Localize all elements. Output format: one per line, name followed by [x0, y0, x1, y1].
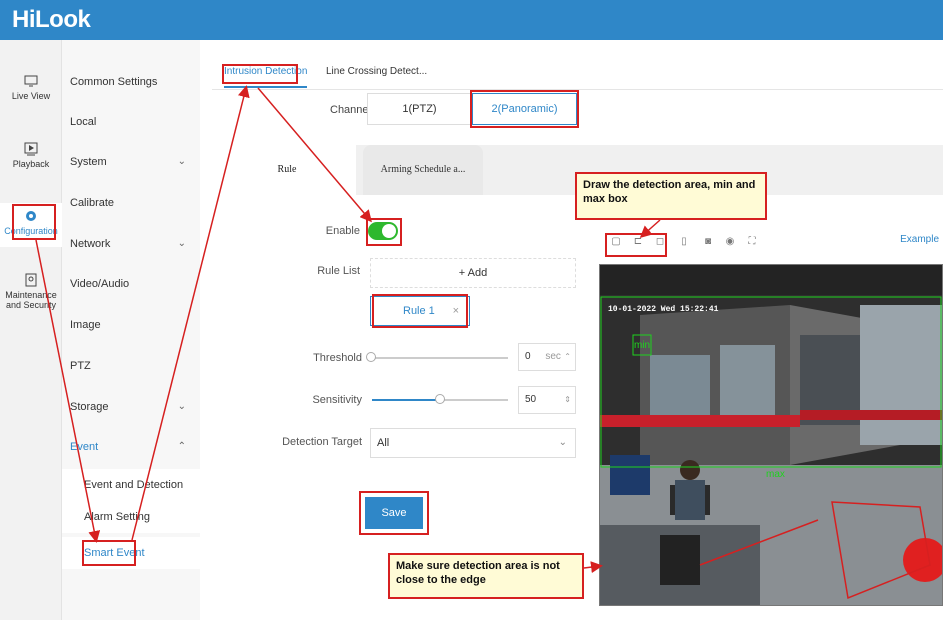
- menu-label: Event: [70, 441, 99, 453]
- highlight-rule-chip: [372, 294, 468, 328]
- save-highlight-box: [359, 491, 429, 535]
- fullscreen-icon[interactable]: ⛶: [746, 236, 758, 248]
- menu-label: System: [70, 156, 107, 168]
- menu-label: Network: [70, 238, 111, 250]
- video-scene: min max: [600, 265, 942, 605]
- tab-line-crossing[interactable]: Line Crossing Detect...: [326, 66, 427, 77]
- detection-target-label: Detection Target: [282, 436, 362, 448]
- sensitivity-label: Sensitivity: [312, 394, 362, 406]
- threshold-unit: sec: [545, 351, 561, 362]
- threshold-label: Threshold: [313, 352, 362, 364]
- highlight-configuration: [12, 204, 56, 240]
- record-icon[interactable]: ◉: [724, 236, 736, 248]
- menu-item-system[interactable]: System ⌄: [62, 142, 200, 182]
- submenu-item-alarm-setting[interactable]: Alarm Setting: [62, 501, 200, 533]
- monitor-icon: [24, 75, 38, 87]
- chevron-down-icon: ⌄: [558, 437, 567, 448]
- menu-item-event[interactable]: Event ⌃: [62, 427, 200, 467]
- chevron-up-icon: ⌃: [177, 441, 186, 452]
- menu-item-local[interactable]: Local: [62, 102, 200, 142]
- example-link[interactable]: Example: [900, 234, 939, 245]
- menu-item-ptz[interactable]: PTZ: [62, 346, 200, 386]
- menu-item-video-audio[interactable]: Video/Audio: [62, 264, 200, 304]
- rail-label: Playback: [12, 159, 50, 169]
- sensitivity-slider-knob[interactable]: [435, 394, 445, 404]
- camera-icon[interactable]: ◙: [702, 236, 714, 248]
- delete-icon[interactable]: ▯: [678, 236, 690, 248]
- chevron-down-icon: ⌄: [177, 401, 186, 412]
- add-rule-button[interactable]: + Add: [370, 258, 576, 288]
- channel-label: Channel: [330, 104, 371, 116]
- sensitivity-slider-fill: [372, 399, 440, 401]
- menu-item-network[interactable]: Network ⌄: [62, 224, 200, 264]
- top-bar: HiLook: [0, 0, 943, 40]
- config-menu: Common Settings Local System ⌄ Calibrate…: [62, 40, 200, 620]
- detection-target-value: All: [377, 437, 390, 449]
- play-icon: [24, 142, 38, 156]
- highlight-panoramic-channel: [470, 90, 579, 128]
- threshold-slider-knob[interactable]: [366, 352, 376, 362]
- app-root: HiLook Live View Playback Configuration …: [0, 0, 943, 620]
- shield-icon: [25, 273, 37, 287]
- threshold-slider-track[interactable]: [372, 357, 508, 359]
- menu-item-common-settings[interactable]: Common Settings: [62, 62, 200, 102]
- rail-item-maintenance[interactable]: Maintenance and Security: [0, 273, 62, 310]
- chevron-down-icon: ⌄: [177, 238, 186, 249]
- channel-option-ptz[interactable]: 1(PTZ): [367, 93, 472, 125]
- sensitivity-value: 50: [525, 394, 537, 405]
- menu-label: Storage: [70, 401, 109, 413]
- subtab-arming-schedule[interactable]: Arming Schedule a...: [363, 145, 483, 195]
- rail-item-playback[interactable]: Playback: [0, 142, 62, 169]
- highlight-smart-event: [82, 540, 136, 566]
- detection-tabs: Intrusion Detection Line Crossing Detect…: [212, 60, 943, 90]
- max-box-label: max: [766, 469, 785, 480]
- submenu-item-event-and-detection[interactable]: Event and Detection: [62, 469, 200, 501]
- menu-item-calibrate[interactable]: Calibrate: [62, 183, 200, 223]
- chevron-updown-icon[interactable]: ⇕: [564, 387, 571, 413]
- video-feed[interactable]: min max 10-01-2022 Wed 15:22:41: [599, 264, 943, 606]
- min-box-label: min: [634, 340, 650, 351]
- callout-edge-note: Make sure detection area is not close to…: [388, 553, 584, 599]
- enable-label: Enable: [325, 225, 360, 237]
- menu-item-storage[interactable]: Storage ⌄: [62, 387, 200, 427]
- menu-item-image[interactable]: Image: [62, 305, 200, 345]
- threshold-stepper[interactable]: 0 sec ⌃: [518, 343, 576, 371]
- chevron-up-icon[interactable]: ⌃: [564, 344, 571, 370]
- detection-target-select[interactable]: All ⌄: [370, 428, 576, 458]
- highlight-intrusion-tab: [222, 64, 298, 84]
- rule-list-label: Rule List: [317, 265, 360, 277]
- rail-label: Maintenance and Security: [5, 290, 57, 310]
- chevron-down-icon: ⌄: [177, 156, 186, 167]
- subtab-rule[interactable]: Rule: [218, 145, 356, 195]
- rail-label: Live View: [11, 91, 51, 101]
- highlight-enable-toggle: [366, 218, 402, 246]
- left-rail: Live View Playback Configuration Mainten…: [0, 40, 62, 620]
- sensitivity-stepper[interactable]: 50 ⇕: [518, 386, 576, 414]
- video-timestamp: 10-01-2022 Wed 15:22:41: [608, 305, 719, 314]
- hilook-logo: HiLook: [12, 6, 91, 33]
- highlight-draw-tools: [605, 233, 667, 257]
- threshold-value: 0: [525, 351, 531, 362]
- rail-item-live-view[interactable]: Live View: [0, 74, 62, 101]
- callout-draw-area: Draw the detection area, min and max box: [575, 172, 767, 220]
